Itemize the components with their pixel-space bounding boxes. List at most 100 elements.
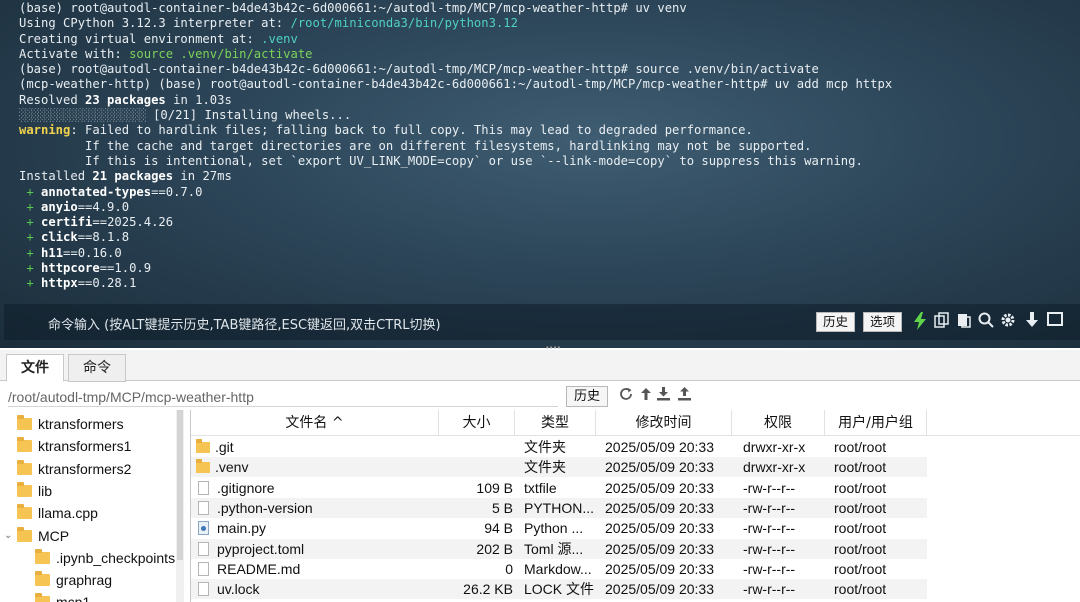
tab-commands[interactable]: 命令	[68, 354, 126, 382]
tree-item-label: lib	[38, 482, 53, 499]
command-input-hint[interactable]: 命令输入 (按ALT键提示历史,TAB键路径,ESC键返回,双击CTRL切换)	[48, 314, 441, 333]
tree-item[interactable]: mcp1	[35, 591, 90, 602]
file-modified-time: 2025/05/09 20:33	[605, 459, 714, 476]
up-directory-icon[interactable]	[637, 386, 654, 406]
file-owner: root/root	[834, 459, 887, 476]
terminal-text: (mcp-weather-http) (base) root@autodl-co…	[19, 77, 893, 92]
terminal-text: Installed	[19, 169, 93, 184]
refresh-icon[interactable]	[617, 386, 634, 406]
tree-item[interactable]: .ipynb_checkpoints	[35, 547, 175, 569]
terminal-text: Resolved	[19, 92, 86, 107]
terminal-text: warning	[19, 123, 71, 138]
paste-icon[interactable]	[955, 312, 973, 332]
terminal-line: Using CPython 3.12.3 interpreter at: /ro…	[19, 16, 1079, 31]
file-permissions: -rw-r--r--	[743, 499, 796, 516]
path-input[interactable]	[8, 387, 558, 407]
folder-icon	[35, 593, 50, 602]
terminal-text: Using CPython 3.12.3 interpreter at:	[19, 16, 291, 31]
terminal-text: +	[19, 184, 42, 199]
file-type: 文件夹	[524, 439, 566, 455]
terminal-text: If the cache and target directories are …	[19, 138, 812, 153]
tree-item[interactable]: ktransformers2	[17, 458, 131, 480]
tree-item-label: MCP	[38, 527, 70, 544]
column-header[interactable]: 类型	[515, 410, 596, 436]
file-row[interactable]: pyproject.toml 202 B Toml 源... 2025/05/09 2…	[191, 538, 927, 559]
terminal-text: (base) root@autodl-container-b4de43b42c-…	[19, 1, 687, 15]
file-row[interactable]: README.md 0 Markdow... 2025/05/09 20:33 -rw-…	[191, 559, 927, 579]
terminal-text: If this is intentional, set `export UV_L…	[19, 153, 863, 168]
tree-item[interactable]: ktransformers	[17, 413, 124, 435]
tree-item[interactable]: llama.cpp	[17, 502, 98, 524]
path-history-button[interactable]: 历史	[566, 386, 609, 407]
terminal-line: If this is intentional, set `export UV_L…	[19, 154, 1079, 169]
arrow-down-icon[interactable]	[1023, 312, 1041, 332]
file-permissions: drwxr-xr-x	[743, 459, 806, 476]
panel-tabs: 文件 命令	[0, 350, 1080, 382]
folder-icon	[196, 439, 210, 453]
file-type: txtfile	[524, 479, 557, 496]
file-size	[439, 457, 513, 477]
terminal-line: + click==8.1.8	[19, 230, 1079, 245]
column-header[interactable]: 大小	[439, 410, 515, 436]
terminal-text: Activate with:	[19, 46, 130, 61]
file-row[interactable]: uv.lock 26.2 KB LOCK 文件 2025/05/09 20:33 -rw…	[191, 579, 927, 600]
file-type: LOCK 文件	[524, 581, 595, 598]
file-row[interactable]: main.py 94 B Python ... 2025/05/09 20:33 -rw…	[191, 518, 927, 538]
lightning-icon[interactable]	[911, 312, 929, 332]
terminal-text: click	[41, 230, 78, 245]
column-header[interactable]: 修改时间	[596, 410, 732, 436]
terminal-line: ░░░░░░░░░░░░░░░░░░░░ [0/21] Installing w…	[19, 108, 1079, 123]
tree-item[interactable]: lib	[17, 480, 52, 502]
file-size: 94 B	[484, 520, 513, 537]
file-name-cell: .gitignore	[196, 478, 436, 498]
history-button[interactable]: 历史	[816, 312, 856, 332]
maximize-icon[interactable]	[1046, 312, 1064, 332]
upload-icon[interactable]	[676, 386, 693, 406]
terminal-line: + anyio==4.9.0	[19, 200, 1079, 215]
terminal-text: annotated-types	[41, 184, 152, 199]
tree-item-label: graphrag	[56, 572, 113, 589]
terminal-text: certifi	[41, 215, 93, 230]
terminal-text: ==4.9.0	[77, 199, 130, 214]
file-modified-time: 2025/05/09 20:33	[605, 581, 714, 598]
command-input-bar[interactable]: 命令输入 (按ALT键提示历史,TAB键路径,ESC键返回,双击CTRL切换) …	[4, 304, 1080, 340]
terminal-text: source .venv/bin/activate	[129, 46, 313, 61]
terminal-line: + annotated-types==0.7.0	[19, 185, 1079, 200]
file-name-cell: .python-version	[196, 498, 436, 518]
options-button[interactable]: 选项	[863, 312, 903, 332]
chevron-down-icon[interactable]: ⌄	[4, 525, 12, 547]
terminal-text: httpx	[41, 276, 78, 291]
tree-item[interactable]: ktransformers1	[17, 435, 131, 457]
folder-icon	[17, 504, 32, 520]
column-header[interactable]: 用户/用户组	[825, 410, 927, 436]
tree-scrollbar-thumb[interactable]	[177, 410, 183, 560]
file-owner: root/root	[834, 581, 887, 598]
tree-item[interactable]: graphrag	[35, 569, 112, 591]
file-name-cell: README.md	[196, 559, 436, 579]
search-icon[interactable]	[977, 312, 995, 332]
terminal-line: + certifi==2025.4.26	[19, 215, 1079, 230]
download-icon[interactable]	[655, 386, 672, 406]
column-header[interactable]: 权限	[732, 410, 825, 436]
gear-icon[interactable]	[999, 312, 1017, 332]
file-name-cell: .venv	[196, 457, 436, 477]
terminal-text: 21 packages	[92, 169, 174, 184]
file-row[interactable]: .git 文件夹 2025/05/09 20:33 drwxr-xr-x root/ro…	[191, 437, 927, 457]
file-name: .venv	[215, 459, 249, 476]
terminal-text: (base) root@autodl-container-b4de43b42c-…	[19, 62, 819, 77]
tree-scrollbar[interactable]	[176, 410, 184, 602]
terminal-panel[interactable]: (base) root@autodl-container-b4de43b42c-…	[0, 0, 1080, 348]
terminal-line: + httpx==0.28.1	[19, 276, 1079, 291]
tree-item[interactable]: ⌄ MCP	[4, 525, 70, 547]
python-file-icon	[198, 521, 209, 536]
file-row[interactable]: .venv 文件夹 2025/05/09 20:33 drwxr-xr-x root/r…	[191, 457, 927, 478]
tab-files[interactable]: 文件	[6, 354, 64, 382]
file-row[interactable]: .gitignore 109 B txtfile 2025/05/09 20:33 -r…	[191, 478, 927, 498]
copy-icon[interactable]	[933, 312, 951, 332]
terminal-line: (base) root@autodl-container-b4de43b42c-…	[19, 1, 1079, 16]
file-list: 文件名 ^ 大小 类型 修改时间 权限 用户/用户组 .git 文件夹 2025/05/09 …	[190, 410, 1080, 602]
file-row[interactable]: .python-version 5 B PYTHON... 2025/05/09 20…	[191, 497, 927, 518]
terminal-text: anyio	[41, 199, 78, 214]
terminal-text: /root/miniconda3/bin/python3.12	[290, 16, 518, 31]
column-header[interactable]: 文件名 ^	[191, 410, 439, 436]
